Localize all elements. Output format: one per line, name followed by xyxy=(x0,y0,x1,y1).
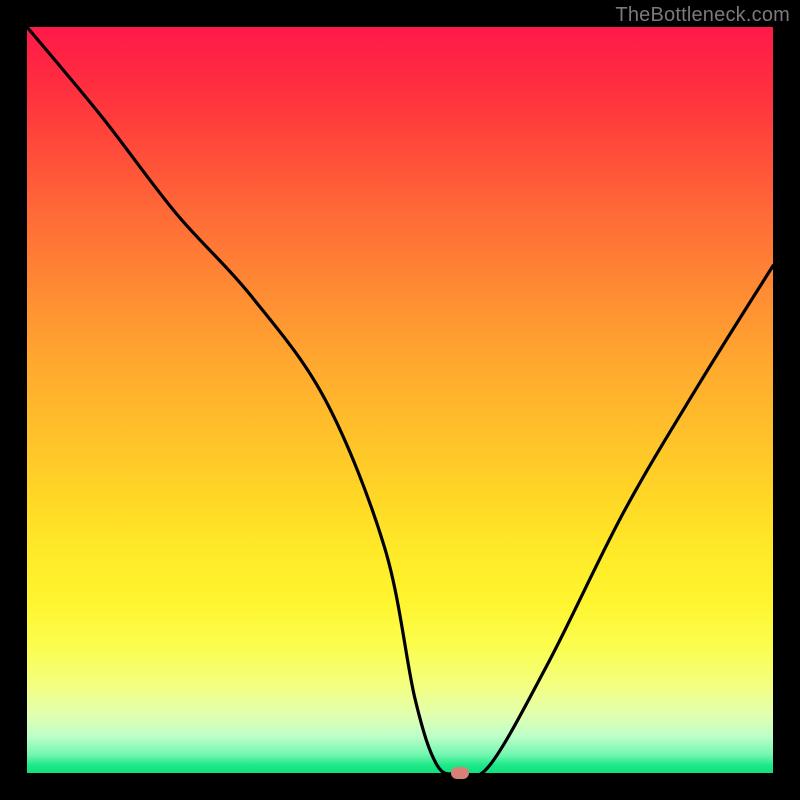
optimal-point-marker xyxy=(451,767,469,779)
bottleneck-curve xyxy=(27,27,773,776)
plot-area xyxy=(27,27,773,773)
curve-svg xyxy=(27,27,773,773)
watermark-text: TheBottleneck.com xyxy=(615,4,790,27)
chart-frame: TheBottleneck.com xyxy=(0,0,800,800)
